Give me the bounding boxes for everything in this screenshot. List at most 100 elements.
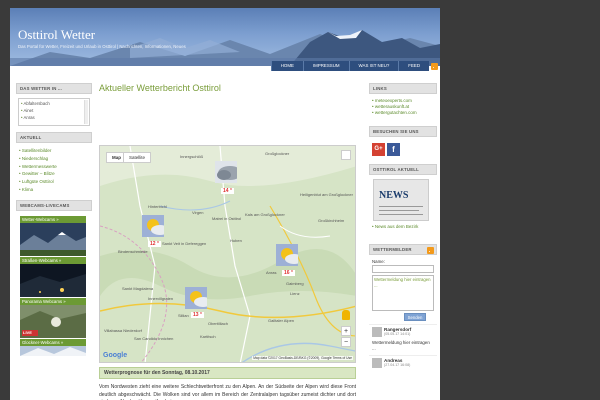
partly-cloudy-icon[interactable] <box>276 244 298 266</box>
newspaper-image[interactable]: NEWS <box>373 179 429 221</box>
list-scrollbar[interactable] <box>84 100 88 124</box>
temperature-label: 12 ° <box>148 241 161 247</box>
map-attribution[interactable]: Map data ©2017 GeoBasis-DE/BKG (©2009), … <box>252 356 353 360</box>
main-content: Aktueller Wetterbericht Osttirol Map Sat… <box>99 73 356 400</box>
avatar <box>372 358 382 368</box>
news-word: NEWS <box>379 190 409 201</box>
google-plus-icon[interactable]: G+ <box>372 143 385 156</box>
place-label: Heiligenblut am Großglockner <box>300 192 353 197</box>
place-label: Innergschlöß <box>180 154 204 159</box>
links-list: meteoexperts.com wetterauskunft.at wette… <box>369 98 437 120</box>
webcam-link-glockner[interactable]: Glockner-Webcams » <box>20 338 86 346</box>
rss-icon[interactable] <box>427 246 434 254</box>
name-label: Name: <box>372 259 385 264</box>
place-label: Großglockner <box>265 151 290 156</box>
webcam-link-strassen[interactable]: Straßen-Webcams » <box>20 256 86 264</box>
cloudy-weather-icon[interactable] <box>215 161 237 183</box>
avatar <box>372 327 382 337</box>
forecast-text: Vom Nordwesten zieht eine weitere Schlec… <box>99 384 356 400</box>
webcam-image-strassen[interactable] <box>20 263 86 297</box>
link-news-bezirk[interactable]: News aus dem Bezirk <box>369 224 437 230</box>
page-title: Aktueller Wetterbericht Osttirol <box>99 83 221 93</box>
place-option[interactable]: Anras <box>21 114 87 121</box>
osttirol-aktuell-heading: OSTTIROL AKTUELL <box>369 164 437 175</box>
place-label: Anras <box>266 270 277 275</box>
place-label: San Candido Innichen <box>134 336 174 341</box>
webcam-image-glockner[interactable] <box>20 345 86 356</box>
temperature-label: 14 ° <box>221 188 234 194</box>
nav-impressum[interactable]: IMPRESSUM <box>302 61 349 71</box>
place-label: Sillian <box>178 313 189 318</box>
weather-map[interactable]: Map Satellite Innergschlöß Hinterbichl V… <box>99 145 356 363</box>
zoom-in-button[interactable]: + <box>341 326 351 336</box>
place-label: Villabassa Niederdorf <box>104 328 142 333</box>
place-label: Matrei in Osttirol <box>212 216 242 221</box>
report-entry: Andreas (27.04.17 16:08) <box>369 355 437 370</box>
aktuell-links: Satellitenbilder Niederschlag Wettermess… <box>16 143 92 198</box>
live-badge: LIVE <box>23 329 32 335</box>
nav-home[interactable]: HOME <box>270 61 303 71</box>
site-header: Osttirol Wetter Das Portal für Wetter, F… <box>10 8 440 66</box>
place-label: Sankt Veit in Defereggen <box>162 241 207 246</box>
facebook-icon[interactable]: f <box>387 143 400 156</box>
place-label: Kals am Großglockner <box>245 212 285 217</box>
webcam-image-wetter[interactable] <box>20 222 86 256</box>
link-klima[interactable]: Klima <box>16 186 92 194</box>
weather-in-heading: DAS WETTER IN ... <box>16 83 92 94</box>
fullscreen-icon[interactable] <box>341 150 351 160</box>
entry-date: (27.04.17 16:08) <box>384 363 411 367</box>
wettermelder-heading: WETTERMELDER <box>369 244 437 255</box>
rss-icon[interactable] <box>431 62 438 70</box>
page-wrapper: Osttirol Wetter Das Portal für Wetter, F… <box>10 8 440 400</box>
wettermelder-title: WETTERMELDER <box>373 247 412 252</box>
place-option[interactable]: Ainet <box>21 107 87 114</box>
webcam-link-panorama[interactable]: Panorama Webcams » <box>20 297 86 305</box>
partly-cloudy-icon[interactable] <box>142 215 164 237</box>
link-satellitenbilder[interactable]: Satellitenbilder <box>16 147 92 155</box>
temperature-label: 16 ° <box>282 270 295 276</box>
link-luftguete[interactable]: Luftgüte Osttirol <box>16 178 92 186</box>
link-gewitter-blitze[interactable]: Gewitter – Blitze <box>16 170 92 178</box>
temperature-label: 13 ° <box>191 312 204 318</box>
map-tab-satellite[interactable]: Satellite <box>123 152 152 163</box>
right-sidebar: LINKS meteoexperts.com wetterauskunft.at… <box>369 83 437 370</box>
place-label: Huben <box>230 238 242 243</box>
link-wettergutachten[interactable]: wettergutachten.com <box>369 110 437 116</box>
link-wettermesswerte[interactable]: Wettermesswerte <box>16 163 92 171</box>
place-select-list[interactable]: Abfaltersbach Ainet Anras <box>18 98 90 126</box>
place-label: Großkirchheim <box>318 218 345 223</box>
site-title[interactable]: Osttirol Wetter <box>18 27 95 43</box>
place-label: Gailtaler Alpen <box>268 318 295 323</box>
nav-was-ist-neu[interactable]: WAS IST NEU? <box>348 61 399 71</box>
nav-feed[interactable]: FEED <box>398 61 429 71</box>
social-icons: G+ f <box>369 141 437 160</box>
entry-date: (05.05.17 14:01) <box>384 332 411 336</box>
send-button[interactable]: Senden <box>404 313 426 321</box>
webcam-link-wetter[interactable]: Wetter-Webcams » <box>20 215 86 223</box>
forecast-heading: Wetterprognose für den Sonntag, 08.10.20… <box>99 367 356 379</box>
place-label: Bindenschmiede <box>118 249 148 254</box>
report-entry: Rangersdorf (05.05.17 14:01) <box>369 324 437 339</box>
weather-report-textarea[interactable]: Wettermeldung hier eintragen ... <box>372 275 434 311</box>
place-label: Gaimberg <box>286 281 304 286</box>
name-field[interactable] <box>372 265 434 273</box>
place-label: Obertilliach <box>208 321 229 326</box>
zoom-out-button[interactable]: − <box>341 337 351 347</box>
aktuell-heading: AKTUELL <box>16 132 92 143</box>
link-niederschlag[interactable]: Niederschlag <box>16 155 92 163</box>
place-label: Hinterbichl <box>148 204 167 209</box>
street-view-pegman-icon[interactable] <box>342 310 350 320</box>
entry-message: Wettermeldung hier eintragen ... <box>372 340 430 351</box>
links-heading: LINKS <box>369 83 437 94</box>
place-label: Virgen <box>192 210 204 215</box>
place-label: Sankt Magdalena <box>122 286 154 291</box>
webcam-image-panorama[interactable]: LIVE <box>20 304 86 338</box>
partly-cloudy-icon[interactable] <box>185 287 207 309</box>
google-logo: Google <box>103 352 128 359</box>
webcams-heading: WEBCAMS-LIVECAMS <box>16 199 92 211</box>
place-label: Lienz <box>290 291 300 296</box>
social-heading: BESUCHEN SIE UNS <box>369 126 437 137</box>
webcams-list: Wetter-Webcams » Straßen-Webcams » Panor… <box>16 211 92 356</box>
place-option[interactable]: Abfaltersbach <box>21 100 87 107</box>
left-sidebar: DAS WETTER IN ... Abfaltersbach Ainet An… <box>16 83 92 356</box>
